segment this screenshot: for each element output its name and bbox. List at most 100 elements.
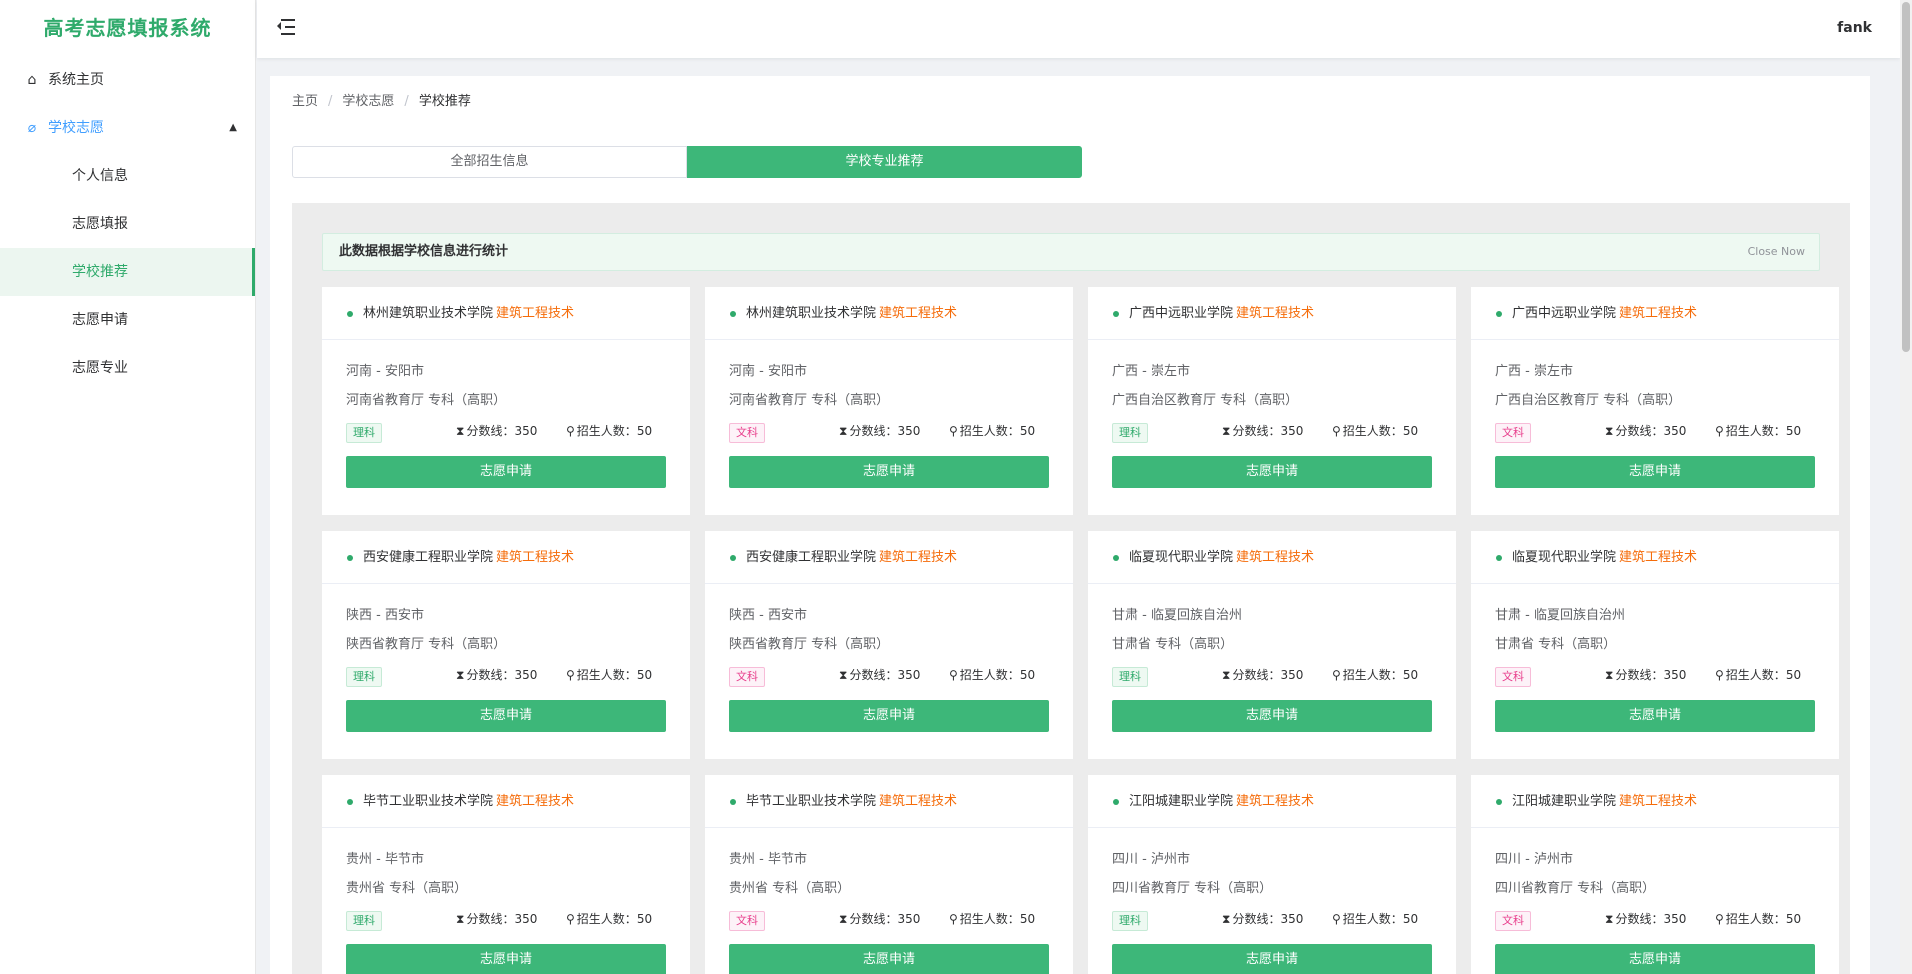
apply-button[interactable]: 志愿申请 [1495, 944, 1815, 974]
score-line: ⧗ 分数线：350 [1222, 666, 1303, 683]
user-search-icon: ⚲ [1332, 912, 1341, 926]
username[interactable]: fank [1837, 0, 1872, 56]
count-value: 50 [636, 912, 653, 926]
count-label: 招生人数： [1342, 668, 1403, 682]
score-line: ⧗ 分数线：350 [456, 910, 537, 927]
apply-button[interactable]: 志愿申请 [1112, 944, 1432, 974]
school-department: 甘肃省 专科（高职） [1112, 637, 1234, 652]
alert-close-button[interactable]: Close Now [1748, 234, 1805, 270]
sidebar-group-school[interactable]: ⌀ 学校志愿 ▲ [0, 104, 255, 152]
subject-tag: 文科 [729, 423, 765, 443]
enrollment-count: ⚲ 招生人数：50 [949, 910, 1035, 927]
card-header: 江阳城建职业学院 建筑工程技术 [1088, 775, 1456, 828]
apply-button[interactable]: 志愿申请 [729, 944, 1049, 974]
card-body: 贵州 - 毕节市 贵州省 专科（高职） 理科 ⧗ 分数线：350 ⚲ 招生人数：50 志愿申请 [322, 828, 690, 974]
major-name: 建筑工程技术 [496, 794, 575, 809]
sidebar-item-apply[interactable]: 志愿申请 [0, 296, 255, 344]
score-line: ⧗ 分数线：350 [1605, 910, 1686, 927]
count-value: 50 [1019, 912, 1036, 926]
apply-button[interactable]: 志愿申请 [1112, 456, 1432, 488]
major-name: 建筑工程技术 [1619, 306, 1698, 321]
page-scrollbar[interactable] [1900, 0, 1912, 974]
card-meta: 理科 ⧗ 分数线：350 ⚲ 招生人数：50 [1112, 418, 1432, 454]
user-search-icon: ⚲ [949, 424, 958, 438]
menu-toggle-icon[interactable] [277, 18, 297, 36]
apply-button[interactable]: 志愿申请 [1112, 700, 1432, 732]
bullet-dot-icon [347, 799, 353, 805]
sidebar-item-fill[interactable]: 志愿填报 [0, 200, 255, 248]
breadcrumb-home[interactable]: 主页 [292, 94, 318, 109]
score-line: ⧗ 分数线：350 [456, 422, 537, 439]
sidebar-item-profile[interactable]: 个人信息 [0, 152, 255, 200]
card-body: 甘肃 - 临夏回族自治州 甘肃省 专科（高职） 理科 ⧗ 分数线：350 ⚲ 招生人数：50… [1088, 584, 1456, 732]
card-body: 陕西 - 西安市 陕西省教育厅 专科（高职） 文科 ⧗ 分数线：350 ⚲ 招生人数：50 志… [705, 584, 1073, 732]
card-meta: 理科 ⧗ 分数线：350 ⚲ 招生人数：50 [1112, 906, 1432, 942]
school-department: 四川省教育厅 专科（高职） [1495, 881, 1656, 896]
card-body: 广西 - 崇左市 广西自治区教育厅 专科（高职） 文科 ⧗ 分数线：350 ⚲ 招生人数：5… [1471, 340, 1839, 488]
apply-button[interactable]: 志愿申请 [1495, 700, 1815, 732]
hourglass-icon: ⧗ [1605, 424, 1614, 438]
school-department: 广西自治区教育厅 专科（高职） [1495, 393, 1682, 408]
hourglass-icon: ⧗ [1222, 912, 1231, 926]
main-panel: 主页 / 学校志愿 / 学校推荐 全部招生信息 学校专业推荐 此数据根据学校信息进行统计… [270, 76, 1870, 974]
count-label: 招生人数： [1342, 912, 1403, 926]
apply-button[interactable]: 志愿申请 [729, 700, 1049, 732]
tab-bar: 全部招生信息 学校专业推荐 [292, 146, 1082, 178]
card-header: 西安健康工程职业学院 建筑工程技术 [705, 531, 1073, 584]
enrollment-count: ⚲ 招生人数：50 [566, 910, 652, 927]
apply-button[interactable]: 志愿申请 [1495, 456, 1815, 488]
apply-button[interactable]: 志愿申请 [346, 456, 666, 488]
major-name: 建筑工程技术 [496, 306, 575, 321]
card-body: 陕西 - 西安市 陕西省教育厅 专科（高职） 理科 ⧗ 分数线：350 ⚲ 招生人数：50 志… [322, 584, 690, 732]
score-label: 分数线： [1232, 668, 1281, 682]
major-name: 建筑工程技术 [1236, 794, 1315, 809]
paperclip-icon: ⌀ [27, 120, 37, 136]
count-label: 招生人数： [1725, 912, 1786, 926]
card-body: 广西 - 崇左市 广西自治区教育厅 专科（高职） 理科 ⧗ 分数线：350 ⚲ 招生人数：5… [1088, 340, 1456, 488]
apply-button[interactable]: 志愿申请 [729, 456, 1049, 488]
bullet-dot-icon [730, 555, 736, 561]
enrollment-count: ⚲ 招生人数：50 [1332, 422, 1418, 439]
school-card: 江阳城建职业学院 建筑工程技术 四川 - 泸州市 四川省教育厅 专科（高职） 理科 ⧗ 分数… [1088, 775, 1456, 974]
sidebar-item-home[interactable]: ⌂ 系统主页 [0, 56, 255, 104]
hourglass-icon: ⧗ [456, 668, 465, 682]
school-location: 河南 - 安阳市 [346, 364, 424, 379]
card-header: 临夏现代职业学院 建筑工程技术 [1088, 531, 1456, 584]
tab-all-enrollment[interactable]: 全部招生信息 [292, 146, 687, 178]
tab-recommend[interactable]: 学校专业推荐 [687, 146, 1082, 178]
apply-button[interactable]: 志愿申请 [346, 944, 666, 974]
score-value: 350 [897, 668, 921, 682]
count-value: 50 [1019, 424, 1036, 438]
school-department: 陕西省教育厅 专科（高职） [346, 637, 507, 652]
card-header: 临夏现代职业学院 建筑工程技术 [1471, 531, 1839, 584]
major-name: 建筑工程技术 [1619, 550, 1698, 565]
score-label: 分数线： [1232, 424, 1281, 438]
user-search-icon: ⚲ [1332, 668, 1341, 682]
school-card: 毕节工业职业技术学院 建筑工程技术 贵州 - 毕节市 贵州省 专科（高职） 理科 ⧗ 分数线… [322, 775, 690, 974]
card-header: 林州建筑职业技术学院 建筑工程技术 [322, 287, 690, 340]
score-label: 分数线： [466, 912, 515, 926]
school-department: 甘肃省 专科（高职） [1495, 637, 1617, 652]
bullet-dot-icon [1496, 311, 1502, 317]
score-label: 分数线： [1615, 668, 1664, 682]
hourglass-icon: ⧗ [1605, 668, 1614, 682]
score-line: ⧗ 分数线：350 [456, 666, 537, 683]
card-header: 广西中远职业学院 建筑工程技术 [1471, 287, 1839, 340]
count-label: 招生人数： [1725, 424, 1786, 438]
sidebar-item-major[interactable]: 志愿专业 [0, 344, 255, 392]
apply-button[interactable]: 志愿申请 [346, 700, 666, 732]
score-line: ⧗ 分数线：350 [1605, 422, 1686, 439]
sidebar-item-recommend[interactable]: 学校推荐 [0, 248, 255, 296]
scrollbar-thumb[interactable] [1902, 2, 1910, 352]
score-value: 350 [514, 668, 538, 682]
chevron-up-icon: ▲ [229, 122, 237, 133]
school-location: 广西 - 崇左市 [1495, 364, 1573, 379]
school-location: 甘肃 - 临夏回族自治州 [1495, 608, 1625, 623]
hourglass-icon: ⧗ [456, 424, 465, 438]
breadcrumb-school[interactable]: 学校志愿 [342, 94, 394, 109]
count-value: 50 [636, 424, 653, 438]
major-name: 建筑工程技术 [1236, 306, 1315, 321]
count-label: 招生人数： [959, 912, 1020, 926]
score-value: 350 [1280, 912, 1304, 926]
sidebar: 高考志愿填报系统 ⌂ 系统主页 ⌀ 学校志愿 ▲ 个人信息 志愿填报 学校推荐 … [0, 0, 256, 974]
